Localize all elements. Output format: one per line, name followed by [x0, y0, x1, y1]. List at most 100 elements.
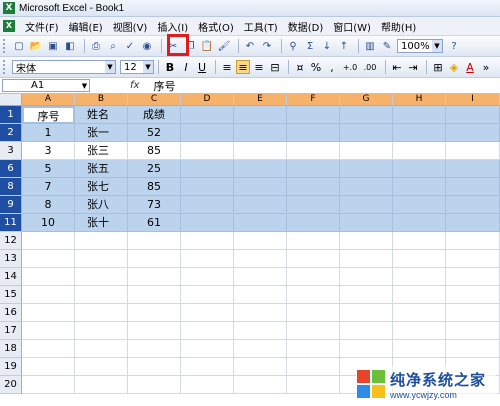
grid-cell[interactable] — [181, 340, 234, 358]
grid-cell[interactable] — [446, 160, 500, 178]
grid-cell[interactable] — [128, 322, 181, 340]
grid-cell[interactable]: 10 — [22, 214, 75, 232]
comma-button[interactable]: , — [325, 60, 339, 74]
grid-cell[interactable] — [75, 232, 128, 250]
grid-cell[interactable] — [393, 142, 446, 160]
grid-cell[interactable]: 52 — [128, 124, 181, 142]
grid-cell[interactable]: 73 — [128, 196, 181, 214]
grid-cell[interactable] — [393, 196, 446, 214]
column-header[interactable]: F — [287, 94, 340, 106]
column-header[interactable]: A — [22, 94, 75, 106]
chevron-down-icon[interactable]: ▼ — [105, 61, 115, 73]
grid-cell[interactable] — [75, 340, 128, 358]
grid-cell[interactable] — [393, 106, 446, 124]
grid-cell[interactable]: 85 — [128, 142, 181, 160]
grid-cell[interactable] — [181, 196, 234, 214]
grid-cell[interactable]: 成绩 — [128, 106, 181, 124]
font-size-combo[interactable]: 12 ▼ — [120, 60, 154, 74]
grid-cell[interactable] — [181, 160, 234, 178]
increase-indent-icon[interactable]: ⇥ — [406, 60, 420, 74]
name-box[interactable]: A1 ▼ — [2, 79, 90, 92]
grid-cell[interactable] — [234, 106, 287, 124]
row-header[interactable]: 20 — [0, 376, 22, 394]
grid-cell[interactable] — [287, 142, 340, 160]
zoom-combo[interactable]: 100% ▼ — [397, 39, 443, 53]
grid-cell[interactable] — [340, 214, 393, 232]
grid-cell[interactable] — [287, 376, 340, 394]
menu-data[interactable]: 数据(D) — [288, 19, 324, 34]
grid-cell[interactable] — [446, 322, 500, 340]
grid-cell[interactable]: 61 — [128, 214, 181, 232]
menu-view[interactable]: 视图(V) — [113, 19, 148, 34]
chevron-down-icon[interactable]: ▼ — [80, 82, 89, 90]
select-all-corner[interactable] — [0, 94, 22, 106]
grid-cell[interactable] — [393, 160, 446, 178]
grid-cell[interactable] — [181, 142, 234, 160]
grid-cell[interactable] — [393, 304, 446, 322]
grid-cell[interactable] — [181, 124, 234, 142]
row-header[interactable]: 14 — [0, 268, 22, 286]
grid-cell[interactable] — [393, 178, 446, 196]
grid-cell[interactable] — [75, 250, 128, 268]
grid-cell[interactable] — [128, 232, 181, 250]
grid-cell[interactable] — [234, 322, 287, 340]
grid-cell[interactable] — [340, 178, 393, 196]
help-icon[interactable]: ? — [447, 39, 461, 53]
format-painter-icon[interactable]: 🖌 — [217, 39, 231, 53]
grid-cell[interactable] — [181, 106, 234, 124]
grid-cell[interactable] — [446, 340, 500, 358]
chevron-down-icon[interactable]: ▼ — [143, 61, 153, 73]
menu-help[interactable]: 帮助(H) — [381, 19, 416, 34]
row-header[interactable]: 13 — [0, 250, 22, 268]
grid-cell[interactable] — [287, 232, 340, 250]
grid-cell[interactable] — [287, 250, 340, 268]
percent-button[interactable]: % — [309, 60, 323, 74]
grid-cell[interactable] — [446, 106, 500, 124]
grid-cell[interactable] — [287, 196, 340, 214]
grid-cell[interactable]: 3 — [22, 142, 75, 160]
grid-cell[interactable] — [181, 214, 234, 232]
menu-window[interactable]: 窗口(W) — [333, 19, 371, 34]
merge-center-icon[interactable]: ⊟ — [268, 60, 282, 74]
font-color-icon[interactable]: A — [463, 60, 477, 74]
workbook-icon[interactable]: X — [3, 20, 15, 32]
row-header[interactable]: 8 — [0, 178, 22, 196]
undo-icon[interactable]: ↶ — [243, 39, 257, 53]
grid-cell[interactable] — [75, 268, 128, 286]
row-header[interactable]: 15 — [0, 286, 22, 304]
grid-cell[interactable]: 85 — [128, 178, 181, 196]
grid-cell[interactable]: 1 — [22, 124, 75, 142]
grid-cell[interactable] — [181, 178, 234, 196]
print-icon[interactable]: ⎙ — [89, 39, 103, 53]
grid-cell[interactable] — [446, 286, 500, 304]
row-header[interactable]: 11 — [0, 214, 22, 232]
grid-cell[interactable] — [340, 268, 393, 286]
print-preview-icon[interactable]: ⌕ — [106, 39, 120, 53]
autosum-icon[interactable]: Σ — [303, 39, 317, 53]
borders-icon[interactable]: ⊞ — [431, 60, 445, 74]
grid-cell[interactable] — [234, 358, 287, 376]
grid-cell[interactable] — [234, 286, 287, 304]
grid-cell[interactable] — [393, 268, 446, 286]
row-header[interactable]: 6 — [0, 160, 22, 178]
row-header[interactable]: 9 — [0, 196, 22, 214]
permission-icon[interactable]: ◧ — [63, 39, 77, 53]
grid-cell[interactable] — [287, 286, 340, 304]
italic-button[interactable]: I — [179, 60, 193, 74]
grid-cell[interactable] — [340, 322, 393, 340]
grid-cell[interactable] — [181, 250, 234, 268]
chevron-down-icon[interactable]: ▼ — [432, 40, 442, 52]
grid-cell[interactable] — [340, 286, 393, 304]
grid-cell[interactable] — [287, 178, 340, 196]
row-header[interactable]: 18 — [0, 340, 22, 358]
grid-cell[interactable]: 5 — [22, 160, 75, 178]
grid-cell[interactable] — [340, 160, 393, 178]
grid-cell[interactable] — [287, 340, 340, 358]
grid-cell[interactable]: 25 — [128, 160, 181, 178]
grid-cell[interactable] — [181, 286, 234, 304]
row-header[interactable]: 19 — [0, 358, 22, 376]
grid-cell[interactable] — [234, 142, 287, 160]
decrease-indent-icon[interactable]: ⇤ — [390, 60, 404, 74]
fx-icon[interactable]: fx — [130, 80, 139, 91]
column-header[interactable]: B — [75, 94, 128, 106]
